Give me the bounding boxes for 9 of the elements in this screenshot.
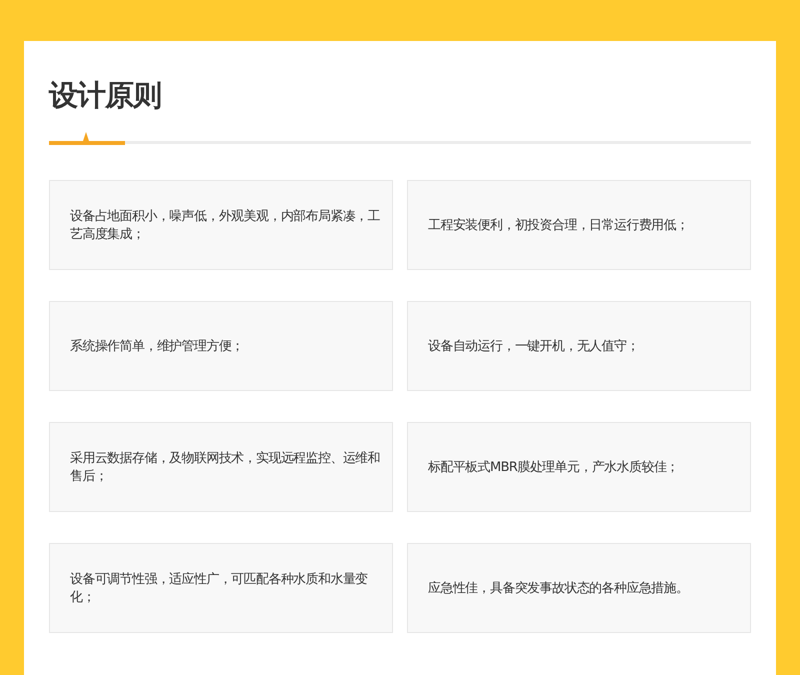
principle-text: 系统操作简单，维护管理方便； (70, 338, 244, 355)
principle-text: 设备可调节性强，适应性广，可匹配各种水质和水量变化； (70, 571, 369, 606)
principle-text: 采用云数据存储，及物联网技术，实现远程监控、运维和售后； (70, 450, 382, 485)
principle-text: 应急性佳，具备突发事故状态的各种应急措施。 (428, 580, 688, 597)
principle-text: 工程安装便利，初投资合理，日常运行费用低； (428, 217, 688, 234)
principle-text: 标配平板式MBR膜处理单元，产水水质较佳； (428, 459, 679, 476)
principle-text: 设备自动运行，一键开机，无人值守； (428, 338, 639, 355)
principle-text: 设备占地面积小，噪声低，外观美观，内部布局紧凑，工艺高度集成； (70, 208, 382, 243)
section-title: 设计原则 (49, 77, 162, 114)
